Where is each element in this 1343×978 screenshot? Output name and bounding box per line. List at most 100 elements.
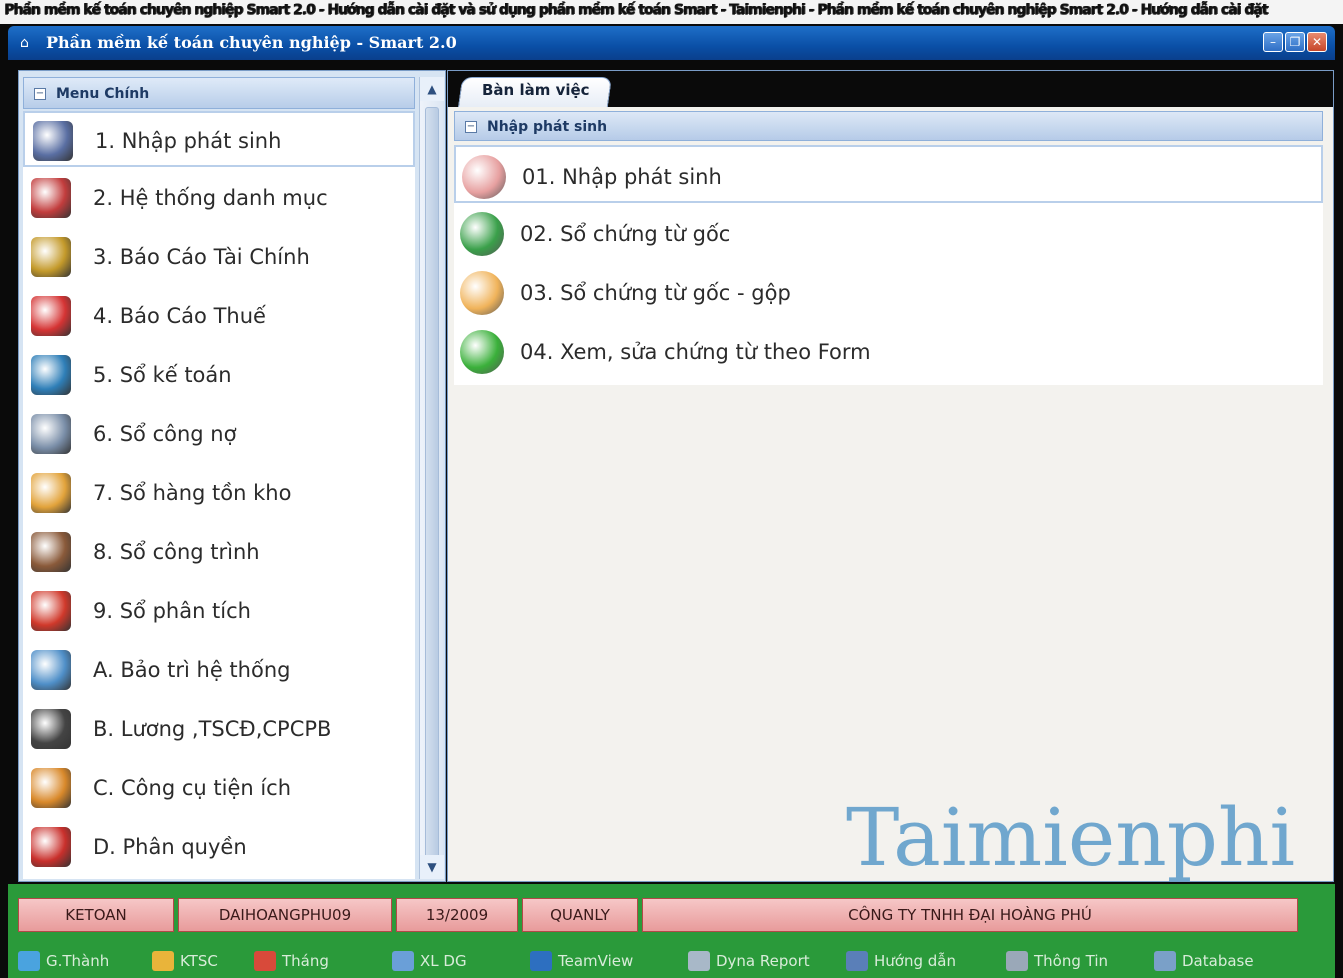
- close-icon: ✕: [1311, 35, 1323, 49]
- status-cell: QUANLY: [522, 898, 638, 932]
- database-icon: [1154, 951, 1176, 971]
- toolbar-button-label: KTSC: [180, 952, 218, 970]
- menu-item[interactable]: 6. Sổ công nợ: [23, 406, 415, 462]
- toolbar-button-label: Tháng: [282, 952, 329, 970]
- tab-workspace-label: Bàn làm việc: [482, 81, 590, 99]
- gear-green-icon: [460, 330, 504, 374]
- toolbar-button[interactable]: Dyna Report: [688, 946, 838, 976]
- teamviewer-icon: [530, 951, 552, 971]
- menu-item[interactable]: 7. Sổ hàng tồn kho: [23, 465, 415, 521]
- scroll-down-arrow-icon[interactable]: ▼: [420, 855, 444, 879]
- menu-item-label: 8. Sổ công trình: [93, 540, 260, 564]
- top-strip-text: Phần mềm kế toán chuyên nghiệp Smart 2.0…: [4, 2, 1268, 18]
- window-title: Phần mềm kế toán chuyên nghiệp - Smart 2…: [46, 33, 457, 52]
- menu-item-label: 2. Hệ thống danh mục: [93, 186, 328, 210]
- task-item[interactable]: 04. Xem, sửa chứng từ theo Form: [454, 322, 1323, 380]
- watermark: Taimienphi: [846, 791, 1296, 884]
- report-icon: [688, 951, 710, 971]
- task-item-label: 03. Sổ chứng từ gốc - gộp: [520, 281, 791, 305]
- task-item-label: 04. Xem, sửa chứng từ theo Form: [520, 340, 871, 364]
- menu-item[interactable]: A. Bảo trì hệ thống: [23, 642, 415, 698]
- menu-item-label: 3. Báo Cáo Tài Chính: [93, 245, 310, 269]
- main-menu-panel: − Menu Chính 1. Nhập phát sinh 2. Hệ thốn…: [18, 70, 446, 882]
- toolbar-button[interactable]: Database: [1154, 946, 1264, 976]
- status-cell: 13/2009: [396, 898, 518, 932]
- restore-icon: ❐: [1289, 35, 1301, 49]
- bottom-toolbar: G.Thành KTSC Tháng XL DG TeamView Dyna Report…: [18, 946, 1272, 976]
- toolbar-button[interactable]: G.Thành: [18, 946, 144, 976]
- house-icon: ⌂: [20, 35, 29, 51]
- minimize-button[interactable]: –: [1263, 32, 1283, 52]
- toolbar-button[interactable]: Thông Tin: [1006, 946, 1146, 976]
- menu-scrollbar[interactable]: ▲ ▼: [419, 77, 444, 879]
- scroll-up-arrow-icon[interactable]: ▲: [420, 77, 444, 101]
- task-item[interactable]: 02. Sổ chứng từ gốc: [454, 204, 1323, 262]
- tab-strip: Bàn làm việc: [448, 71, 1333, 107]
- collapse-icon[interactable]: −: [34, 88, 46, 100]
- car-icon: [31, 709, 71, 749]
- menu-item[interactable]: 1. Nhập phát sinh: [23, 111, 415, 167]
- folders-icon: [460, 271, 504, 315]
- menu-item[interactable]: 4. Báo Cáo Thuế: [23, 288, 415, 344]
- coins-chart-icon: [31, 237, 71, 277]
- task-item-label: 02. Sổ chứng từ gốc: [520, 222, 731, 246]
- menu-item[interactable]: 3. Báo Cáo Tài Chính: [23, 229, 415, 285]
- menu-item[interactable]: 8. Sổ công trình: [23, 524, 415, 580]
- menu-item-label: 7. Sổ hàng tồn kho: [93, 481, 292, 505]
- pen-notebook-icon: [33, 121, 73, 161]
- menu-item-label: 9. Sổ phân tích: [93, 599, 251, 623]
- task-list: 01. Nhập phát sinh 02. Sổ chứng từ gốc 03.…: [454, 145, 1323, 385]
- toolbar-button-label: Hướng dẫn: [874, 952, 956, 970]
- shelves-icon: [31, 473, 71, 513]
- menu-header-label: Menu Chính: [56, 86, 150, 102]
- toolbar-button[interactable]: Tháng: [254, 946, 384, 976]
- menu-item[interactable]: B. Lương ,TSCĐ,CPCPB: [23, 701, 415, 757]
- menu-item[interactable]: 5. Sổ kế toán: [23, 347, 415, 403]
- status-cell: CÔNG TY TNHH ĐẠI HOÀNG PHÚ: [642, 898, 1298, 932]
- title-bar[interactable]: ⌂ Phần mềm kế toán chuyên nghiệp - Smart…: [8, 26, 1335, 60]
- smiley-icon: [152, 951, 174, 971]
- technician-icon: [31, 650, 71, 690]
- group-header[interactable]: − Nhập phát sinh: [454, 111, 1323, 141]
- menu-item-label: 5. Sổ kế toán: [93, 363, 232, 387]
- building-icon: [31, 532, 71, 572]
- task-item[interactable]: 03. Sổ chứng từ gốc - gộp: [454, 263, 1323, 321]
- minimize-icon: –: [1270, 35, 1276, 49]
- menu-item-label: D. Phân quyền: [93, 835, 247, 859]
- menu-item-label: 4. Báo Cáo Thuế: [93, 304, 266, 328]
- top-text-strip: Phần mềm kế toán chuyên nghiệp Smart 2.0…: [0, 0, 1343, 24]
- info-icon: [1006, 951, 1028, 971]
- pencil-diamond-icon: [462, 155, 506, 199]
- task-item[interactable]: 01. Nhập phát sinh: [454, 145, 1323, 203]
- toolbar-button[interactable]: Hướng dẫn: [846, 946, 998, 976]
- toolbar-button-label: TeamView: [558, 952, 634, 970]
- toolbar-button[interactable]: XL DG: [392, 946, 522, 976]
- group-header-label: Nhập phát sinh: [487, 119, 608, 135]
- collapse-icon[interactable]: −: [465, 121, 477, 133]
- globe-cubes-icon: [31, 178, 71, 218]
- status-bar: KETOAN DAIHOANGPHU09 13/2009 QUANLY CÔNG TY …: [18, 898, 1298, 932]
- menu-item[interactable]: 9. Sổ phân tích: [23, 583, 415, 639]
- menu-header[interactable]: − Menu Chính: [23, 77, 415, 109]
- restore-button[interactable]: ❐: [1285, 32, 1305, 52]
- status-cell: DAIHOANGPHU09: [178, 898, 392, 932]
- menu-item-label: C. Công cụ tiện ích: [93, 776, 292, 800]
- close-button[interactable]: ✕: [1307, 32, 1327, 52]
- menu-list: 1. Nhập phát sinh 2. Hệ thống danh mục 3. …: [23, 111, 415, 879]
- percent-icon: [31, 296, 71, 336]
- toolbar-button-label: G.Thành: [46, 952, 110, 970]
- toolbar-button-label: XL DG: [420, 952, 467, 970]
- status-cell: KETOAN: [18, 898, 174, 932]
- toolbar-button[interactable]: TeamView: [530, 946, 680, 976]
- menu-item-label: B. Lương ,TSCĐ,CPCPB: [93, 717, 332, 741]
- menu-item[interactable]: 2. Hệ thống danh mục: [23, 170, 415, 226]
- app-window: Phần mềm kế toán chuyên nghiệp Smart 2.0…: [0, 0, 1343, 978]
- book-icon: [31, 355, 71, 395]
- toolbar-button[interactable]: KTSC: [152, 946, 246, 976]
- menu-item-label: A. Bảo trì hệ thống: [93, 658, 291, 682]
- help-icon: [846, 951, 868, 971]
- users-icon: [31, 827, 71, 867]
- scroll-thumb[interactable]: [425, 107, 439, 875]
- menu-item[interactable]: D. Phân quyền: [23, 819, 415, 875]
- menu-item[interactable]: C. Công cụ tiện ích: [23, 760, 415, 816]
